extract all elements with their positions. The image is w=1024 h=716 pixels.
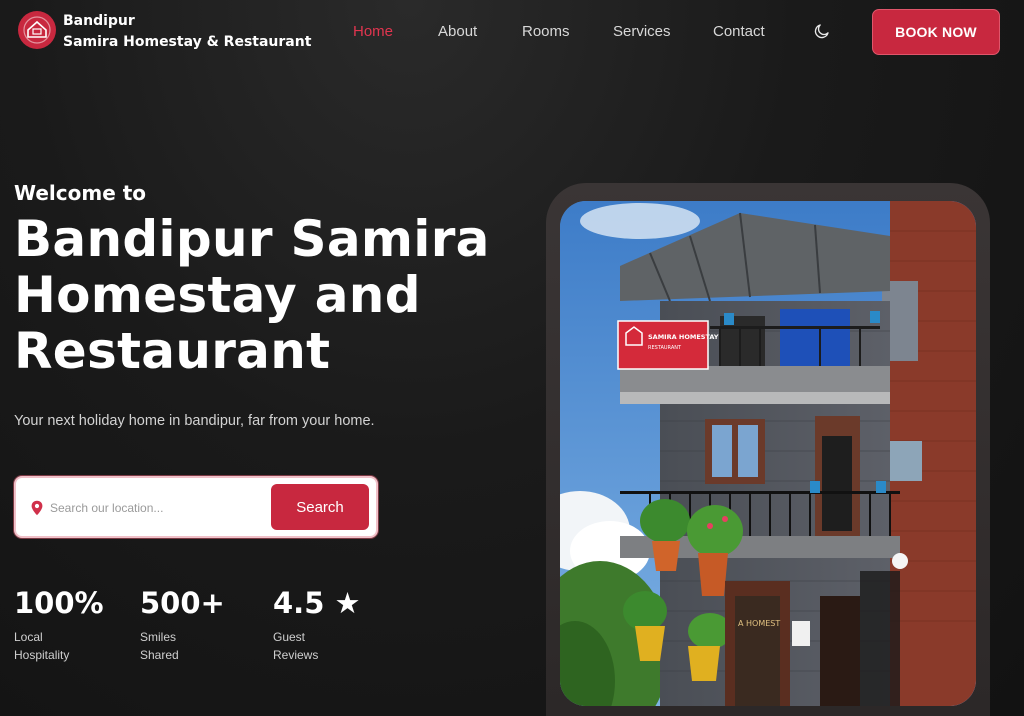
sign-text-line-1: SAMIRA HOMESTAY [648, 333, 719, 341]
stat-label: Smiles Shared [140, 628, 225, 664]
location-search-bar: Search [14, 476, 378, 538]
homestay-building-illustration: SAMIRA HOMESTAY RESTAURANT A HOMEST [560, 201, 976, 706]
top-navbar: Bandipur Samira Homestay & Restaurant Ho… [0, 0, 1024, 64]
hero-title-line-2: Homestay and [14, 266, 421, 324]
stat-label-line: Local [14, 630, 43, 644]
stat-reviews: 4.5 ★ Guest Reviews [273, 586, 360, 664]
stat-value: 500+ [140, 586, 225, 620]
house-logo-icon [23, 16, 51, 44]
stat-value: 4.5 ★ [273, 586, 361, 620]
stat-label-line: Shared [140, 648, 179, 662]
nav-link-services[interactable]: Services [613, 23, 671, 40]
sign-text-line-2: RESTAURANT [648, 345, 682, 351]
door-sign-text: A HOMEST [738, 619, 780, 628]
stat-label-line: Reviews [273, 648, 319, 662]
book-now-button[interactable]: BOOK NOW [872, 9, 1000, 55]
brand-name[interactable]: Bandipur Samira Homestay & Restaurant [63, 11, 311, 53]
nav-link-home[interactable]: Home [353, 23, 393, 40]
homestay-photo: SAMIRA HOMESTAY RESTAURANT A HOMEST [560, 201, 976, 706]
search-button[interactable]: Search [271, 484, 369, 530]
stat-hospitality: 100% Local Hospitality [14, 586, 104, 664]
welcome-text: Welcome to [14, 181, 147, 205]
nav-link-rooms[interactable]: Rooms [522, 23, 570, 40]
stat-value: 100% [14, 586, 104, 620]
brand-line-1: Bandipur [63, 13, 135, 29]
location-pin-icon [31, 500, 43, 516]
brand-line-2: Samira Homestay & Restaurant [63, 34, 312, 50]
location-search-input[interactable] [50, 494, 265, 522]
nav-link-about[interactable]: About [438, 23, 477, 40]
stat-label-line: Hospitality [14, 648, 70, 662]
stat-label-line: Guest [273, 630, 306, 644]
stat-label-line: Smiles [140, 630, 177, 644]
moon-icon[interactable] [813, 22, 831, 40]
hero-title-line-3: Restaurant [14, 322, 331, 380]
hero-title-line-1: Bandipur Samira [14, 210, 490, 268]
hero-subtitle: Your next holiday home in bandipur, far … [14, 413, 375, 429]
brand-logo[interactable] [18, 11, 56, 49]
hero-title: Bandipur Samira Homestay and Restaurant [14, 211, 504, 379]
stat-label: Local Hospitality [14, 628, 104, 664]
stat-smiles: 500+ Smiles Shared [140, 586, 225, 664]
nav-link-contact[interactable]: Contact [713, 23, 765, 40]
hero-image-frame: SAMIRA HOMESTAY RESTAURANT A HOMEST [546, 183, 990, 716]
stat-label: Guest Reviews [273, 628, 360, 664]
